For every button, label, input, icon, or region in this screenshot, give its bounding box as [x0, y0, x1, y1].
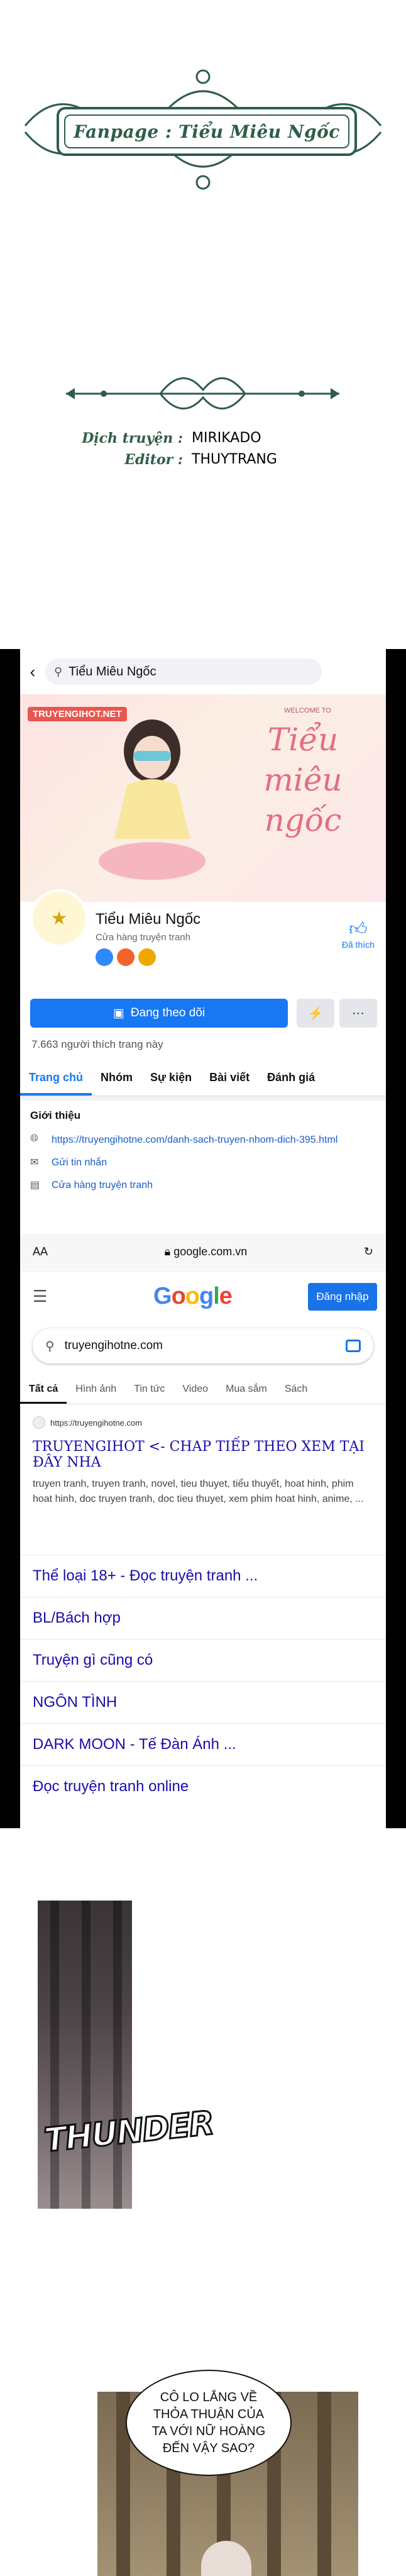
follow-check-icon: ▣ — [112, 1006, 124, 1020]
intro-website[interactable]: 🌐︎ https://truyengihotne.com/danh-sach-t… — [30, 1133, 376, 1147]
messenger-icon: ⚡ — [307, 1006, 324, 1021]
comic-panel-storm — [38, 1901, 132, 2209]
tab-images[interactable]: Hình ảnh — [67, 1375, 125, 1404]
banner-title: Fanpage : Tiểu Miêu Ngốc — [74, 121, 340, 142]
thumbs-up-icon: 👍︎ — [349, 919, 368, 938]
phone-border-left — [0, 649, 20, 1828]
likes-count: 7.663 người thích trang này — [20, 1030, 386, 1059]
camera-icon[interactable] — [346, 1340, 361, 1352]
result-title[interactable]: TRUYENGIHOT <- CHAP TIẾP THEO XEM TẠI ĐÂ… — [33, 1439, 373, 1470]
cover-photo[interactable]: TRUYENGIHOT.NET WELCOME TO Tiểu miêu ngố… — [20, 694, 386, 902]
liked-button[interactable]: 👍︎ Đã thích — [342, 918, 375, 950]
credit-translator: Dịch truyện : MIRIKADO — [82, 430, 261, 447]
result-url[interactable]: https://truyengihotne.com — [33, 1416, 373, 1429]
back-arrow-icon[interactable]: ‹ — [20, 662, 45, 682]
page-badges — [96, 948, 156, 966]
search-icon: ⚲ — [54, 665, 63, 678]
speech-bubble: CÔ LO LẮNG VỀ THỎA THUẬN CỦA TA VỚI NỮ H… — [126, 2370, 292, 2476]
safari-address-bar[interactable]: AA 🔒︎ google.com.vn ↻ — [20, 1234, 386, 1269]
facebook-search-field[interactable]: ⚲ Tiểu Miêu Ngốc — [45, 658, 322, 685]
sitelink[interactable]: NGÔN TÌNH — [20, 1681, 386, 1723]
cover-title: Tiểu miêu ngốc — [263, 721, 343, 838]
cover-welcome: WELCOME TO — [284, 707, 331, 714]
tab-posts[interactable]: Bài viết — [200, 1059, 258, 1096]
badge-orange-icon — [117, 948, 134, 966]
login-button[interactable]: Đăng nhập — [308, 1283, 377, 1311]
sitelink[interactable]: BL/Bách hợp — [20, 1597, 386, 1639]
tab-events[interactable]: Sự kiện — [141, 1059, 200, 1096]
address-url[interactable]: 🔒︎ google.com.vn — [165, 1245, 248, 1258]
lock-icon: 🔒︎ — [164, 1245, 174, 1258]
menu-icon[interactable]: ☰ — [33, 1287, 47, 1306]
tab-news[interactable]: Tin tức — [125, 1375, 173, 1404]
result-snippet: truyen tranh, truyen tranh, novel, tieu … — [33, 1479, 364, 1504]
fanpage-banner: Fanpage : Tiểu Miêu Ngốc — [19, 63, 387, 198]
google-tabs: Tất cả Hình ảnh Tin tức Video Mua sắm Sá… — [20, 1375, 386, 1404]
more-button[interactable]: ··· — [339, 999, 377, 1028]
badge-yellow-icon — [138, 948, 156, 966]
page-avatar[interactable]: ★ — [30, 889, 88, 947]
following-button[interactable]: ▣ Đang theo dõi — [30, 999, 288, 1028]
intro-message[interactable]: ✉ Gửi tin nhắn — [30, 1156, 376, 1170]
banner-box: Fanpage : Tiểu Miêu Ngốc — [57, 107, 357, 156]
favicon-icon — [33, 1416, 45, 1429]
page-name[interactable]: Tiểu Miêu Ngốc — [96, 911, 200, 928]
tab-video[interactable]: Video — [173, 1375, 217, 1404]
intro-category[interactable]: ▤ Cửa hàng truyện tranh — [30, 1179, 376, 1192]
tab-home[interactable]: Trang chủ — [20, 1059, 92, 1096]
search-icon: ⚲ — [45, 1339, 55, 1353]
badge-blue-icon — [96, 948, 113, 966]
page-category: Cửa hàng truyện tranh — [96, 932, 190, 943]
more-dots-icon: ··· — [352, 1006, 365, 1020]
sitelink[interactable]: Đọc truyện tranh online — [20, 1765, 386, 1807]
messenger-button[interactable]: ⚡ — [297, 999, 334, 1028]
page-tabs: Trang chủ Nhóm Sự kiện Bài viết Đánh giá — [20, 1059, 386, 1096]
phone-border-right — [386, 649, 406, 1828]
facebook-top-bar: ‹ ⚲ Tiểu Miêu Ngốc — [20, 649, 386, 694]
phone-screenshot: ‹ ⚲ Tiểu Miêu Ngốc TRUYENGIHOT.NET WELCO… — [20, 649, 386, 1828]
tab-shopping[interactable]: Mua sắm — [217, 1375, 276, 1404]
translator-credits: Dịch truyện : MIRIKADO Editor : THUYTRAN… — [72, 428, 324, 470]
tab-groups[interactable]: Nhóm — [92, 1059, 141, 1096]
tab-all[interactable]: Tất cả — [20, 1375, 67, 1404]
divider-ornament-icon — [66, 377, 339, 409]
google-logo[interactable]: Google — [153, 1283, 233, 1310]
intro-title: Giới thiệu — [30, 1109, 81, 1121]
globe-icon: 🌐︎ — [30, 1133, 38, 1144]
text-size-button[interactable]: AA — [33, 1245, 48, 1258]
search-result: https://truyengihotne.com TRUYENGIHOT <-… — [33, 1416, 373, 1507]
messenger-icon: ✉ — [30, 1157, 39, 1168]
sitelink[interactable]: Thể loại 18+ - Đọc truyện tranh ... — [20, 1555, 386, 1597]
page-header: ★ Tiểu Miêu Ngốc Cửa hàng truyện tranh 👍… — [20, 889, 386, 996]
girl-illustration-icon — [99, 719, 206, 880]
sitelinks: Thể loại 18+ - Đọc truyện tranh ... BL/B… — [20, 1555, 386, 1807]
google-search-field[interactable]: ⚲ truyengihotne.com — [33, 1328, 373, 1363]
sitelink[interactable]: DARK MOON - Tế Đàn Ánh ... — [20, 1723, 386, 1765]
reload-icon[interactable]: ↻ — [364, 1245, 373, 1258]
action-row: ▣ Đang theo dõi ⚡ ··· — [20, 996, 386, 1030]
tab-reviews[interactable]: Đánh giá — [258, 1059, 324, 1096]
shop-icon: ▤ — [30, 1180, 40, 1191]
credit-editor: Editor : THUYTRANG — [124, 452, 277, 468]
sitelink[interactable]: Truyện gì cũng có — [20, 1639, 386, 1681]
google-results-page: ☰ Google Đăng nhập ⚲ truyengihotne.com T… — [20, 1272, 386, 1828]
tab-books[interactable]: Sách — [276, 1375, 316, 1404]
